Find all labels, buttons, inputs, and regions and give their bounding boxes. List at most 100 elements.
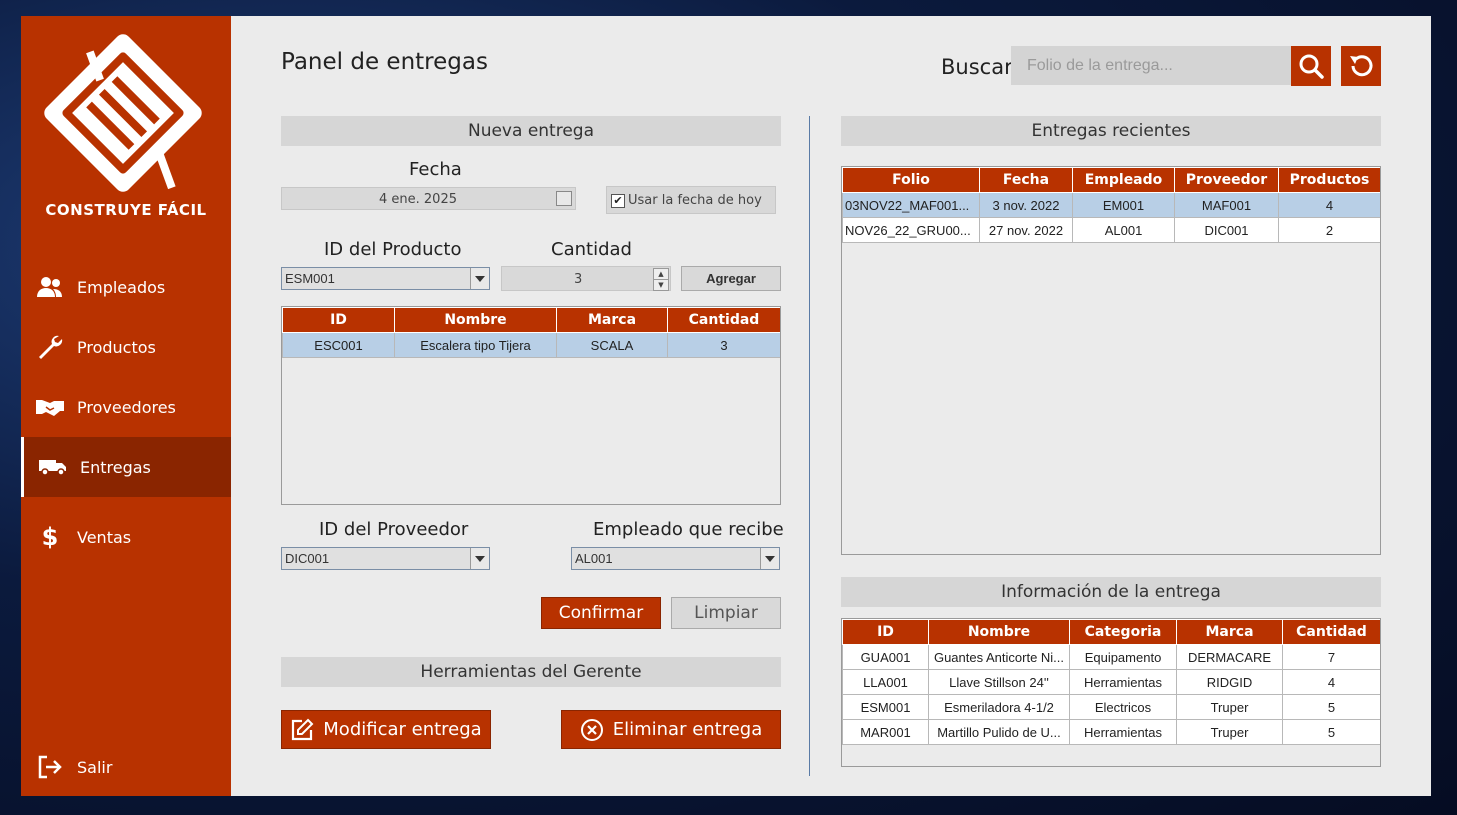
fecha-picker[interactable]: 4 ene. 2025 [281, 187, 576, 210]
eliminar-entrega-button[interactable]: Eliminar entrega [561, 710, 781, 749]
table-row[interactable]: NOV26_22_GRU00... 27 nov. 2022 AL001 DIC… [842, 217, 1380, 243]
cantidad-stepper[interactable]: 3 ▲ ▼ [501, 266, 671, 291]
search-label: Buscar [941, 55, 1013, 79]
producto-select[interactable]: ESM001 [281, 267, 490, 290]
cell: 5 [1282, 694, 1380, 720]
logout-button[interactable]: Salir [21, 737, 231, 797]
confirmar-button[interactable]: Confirmar [541, 597, 661, 629]
cell: 2 [1278, 217, 1380, 243]
productos-table: ID Nombre Marca Cantidad ESC001 Escalera… [281, 306, 781, 505]
cell: Herramientas [1069, 719, 1177, 745]
table-row[interactable]: MAR001 Martillo Pulido de U... Herramien… [842, 719, 1380, 745]
column-header-fecha[interactable]: Fecha [979, 167, 1073, 193]
entregas-recientes-table: Folio Fecha Empleado Proveedor Productos… [841, 166, 1381, 555]
table-row[interactable]: GUA001 Guantes Anticorte Ni... Equipamen… [842, 644, 1380, 670]
sidebar-item-entregas[interactable]: Entregas [21, 437, 231, 497]
column-header-productos[interactable]: Productos [1278, 167, 1380, 193]
column-header-id[interactable]: ID [282, 307, 395, 333]
cell: 03NOV22_MAF001... [842, 192, 980, 218]
sidebar-item-label: Empleados [77, 277, 166, 297]
sidebar-item-label: Productos [77, 337, 156, 357]
wrench-icon [35, 334, 65, 360]
table-row[interactable]: ESC001 Escalera tipo Tijera SCALA 3 [282, 332, 780, 358]
proveedor-label: ID del Proveedor [319, 519, 469, 540]
truck-icon [38, 458, 68, 476]
cell: Truper [1176, 719, 1283, 745]
column-header-nombre[interactable]: Nombre [394, 307, 557, 333]
cell: AL001 [1072, 217, 1175, 243]
users-icon [35, 276, 65, 298]
column-header-categoria[interactable]: Categoria [1069, 619, 1177, 645]
eliminar-label: Eliminar entrega [612, 719, 763, 740]
logout-label: Salir [77, 757, 113, 777]
producto-label: ID del Producto [324, 239, 462, 260]
sidebar-item-empleados[interactable]: Empleados [21, 257, 231, 317]
sidebar-item-label: Proveedores [77, 397, 176, 417]
herramientas-header: Herramientas del Gerente [281, 657, 781, 687]
cell: DERMACARE [1176, 644, 1283, 670]
sidebar: CONSTRUYE FÁCIL Empleados Productos Prov… [21, 16, 231, 796]
cell: GUA001 [842, 644, 929, 670]
search-input[interactable] [1011, 46, 1291, 85]
search-button[interactable] [1291, 46, 1331, 86]
cell: ESC001 [282, 332, 395, 358]
logout-icon [35, 755, 65, 779]
column-header-empleado[interactable]: Empleado [1072, 167, 1175, 193]
informacion-entrega-table: ID Nombre Categoria Marca Cantidad GUA00… [841, 618, 1381, 767]
column-header-marca[interactable]: Marca [1176, 619, 1283, 645]
fecha-value: 4 ene. 2025 [379, 192, 457, 207]
fecha-label: Fecha [409, 159, 462, 180]
handshake-icon [35, 398, 65, 416]
cell: Llave Stillson 24'' [928, 669, 1070, 695]
table-row[interactable]: LLA001 Llave Stillson 24'' Herramientas … [842, 669, 1380, 695]
empleado-select-value: AL001 [575, 551, 613, 566]
producto-select-value: ESM001 [285, 271, 335, 286]
column-header-id[interactable]: ID [842, 619, 929, 645]
edit-icon [292, 718, 314, 740]
cell: Martillo Pulido de U... [928, 719, 1070, 745]
chevron-down-icon [760, 548, 779, 569]
column-header-cantidad[interactable]: Cantidad [667, 307, 780, 333]
cantidad-label: Cantidad [551, 239, 632, 260]
cell: Electricos [1069, 694, 1177, 720]
cell: 5 [1282, 719, 1380, 745]
dollar-icon: $ [41, 523, 59, 551]
empleado-select[interactable]: AL001 [571, 547, 780, 570]
modificar-entrega-button[interactable]: Modificar entrega [281, 710, 491, 749]
usar-fecha-hoy-checkbox[interactable]: ✔ Usar la fecha de hoy [606, 186, 776, 214]
cell: 3 nov. 2022 [979, 192, 1073, 218]
checkbox-check-icon: ✔ [611, 194, 625, 208]
app-window: CONSTRUYE FÁCIL Empleados Productos Prov… [21, 16, 1431, 796]
column-header-cantidad[interactable]: Cantidad [1282, 619, 1380, 645]
empleado-label: Empleado que recibe [593, 519, 784, 540]
table-row[interactable]: 03NOV22_MAF001... 3 nov. 2022 EM001 MAF0… [842, 192, 1380, 218]
sidebar-item-proveedores[interactable]: Proveedores [21, 377, 231, 437]
cell: Esmeriladora 4-1/2 [928, 694, 1070, 720]
refresh-icon [1350, 55, 1373, 77]
brand-logo [44, 34, 202, 192]
limpiar-button[interactable]: Limpiar [671, 597, 781, 629]
agregar-button[interactable]: Agregar [681, 266, 781, 291]
column-header-proveedor[interactable]: Proveedor [1174, 167, 1279, 193]
sidebar-item-productos[interactable]: Productos [21, 317, 231, 377]
chevron-down-icon [470, 548, 489, 569]
close-circle-icon [580, 718, 603, 741]
cell: Escalera tipo Tijera [394, 332, 557, 358]
cell: ESM001 [842, 694, 929, 720]
column-header-nombre[interactable]: Nombre [928, 619, 1070, 645]
column-header-marca[interactable]: Marca [556, 307, 668, 333]
sidebar-item-ventas[interactable]: $ Ventas [21, 507, 231, 567]
column-header-folio[interactable]: Folio [842, 167, 980, 193]
stepper-down-icon[interactable]: ▼ [653, 279, 669, 291]
calendar-icon[interactable] [556, 191, 572, 206]
informacion-entrega-header: Información de la entrega [841, 577, 1381, 607]
sidebar-item-label: Ventas [77, 527, 132, 547]
refresh-button[interactable] [1341, 46, 1381, 86]
cell: RIDGID [1176, 669, 1283, 695]
cantidad-value: 3 [574, 272, 583, 287]
cell: SCALA [556, 332, 668, 358]
cell: 7 [1282, 644, 1380, 670]
cell: Herramientas [1069, 669, 1177, 695]
table-row[interactable]: ESM001 Esmeriladora 4-1/2 Electricos Tru… [842, 694, 1380, 720]
proveedor-select[interactable]: DIC001 [281, 547, 490, 570]
